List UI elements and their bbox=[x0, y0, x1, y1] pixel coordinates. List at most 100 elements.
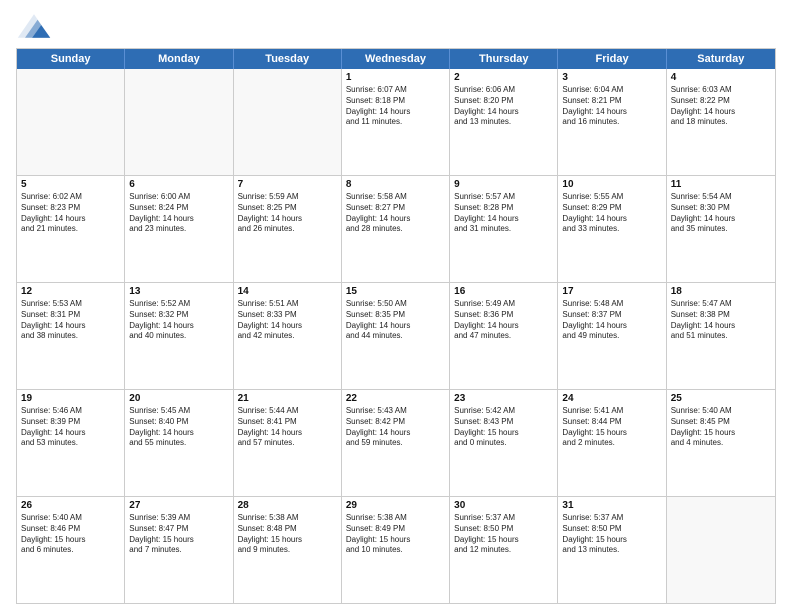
day-number: 28 bbox=[238, 500, 337, 511]
logo bbox=[16, 12, 56, 40]
day-info: Sunrise: 5:44 AM Sunset: 8:41 PM Dayligh… bbox=[238, 406, 337, 449]
day-info: Sunrise: 5:37 AM Sunset: 8:50 PM Dayligh… bbox=[562, 513, 661, 556]
day-info: Sunrise: 5:39 AM Sunset: 8:47 PM Dayligh… bbox=[129, 513, 228, 556]
day-cell-19: 19 Sunrise: 5:46 AM Sunset: 8:39 PM Dayli… bbox=[17, 390, 125, 496]
day-info: Sunrise: 6:03 AM Sunset: 8:22 PM Dayligh… bbox=[671, 85, 771, 128]
day-cell-31: 31 Sunrise: 5:37 AM Sunset: 8:50 PM Dayli… bbox=[558, 497, 666, 603]
day-info: Sunrise: 5:48 AM Sunset: 8:37 PM Dayligh… bbox=[562, 299, 661, 342]
day-number: 13 bbox=[129, 286, 228, 297]
day-number: 9 bbox=[454, 179, 553, 190]
day-number: 31 bbox=[562, 500, 661, 511]
day-info: Sunrise: 5:52 AM Sunset: 8:32 PM Dayligh… bbox=[129, 299, 228, 342]
day-info: Sunrise: 6:00 AM Sunset: 8:24 PM Dayligh… bbox=[129, 192, 228, 235]
day-number: 29 bbox=[346, 500, 445, 511]
day-cell-20: 20 Sunrise: 5:45 AM Sunset: 8:40 PM Dayli… bbox=[125, 390, 233, 496]
day-cell-6: 6 Sunrise: 6:00 AM Sunset: 8:24 PM Daylig… bbox=[125, 176, 233, 282]
day-info: Sunrise: 5:49 AM Sunset: 8:36 PM Dayligh… bbox=[454, 299, 553, 342]
day-info: Sunrise: 5:55 AM Sunset: 8:29 PM Dayligh… bbox=[562, 192, 661, 235]
day-cell-21: 21 Sunrise: 5:44 AM Sunset: 8:41 PM Dayli… bbox=[234, 390, 342, 496]
day-cell-15: 15 Sunrise: 5:50 AM Sunset: 8:35 PM Dayli… bbox=[342, 283, 450, 389]
day-info: Sunrise: 5:54 AM Sunset: 8:30 PM Dayligh… bbox=[671, 192, 771, 235]
empty-cell bbox=[234, 69, 342, 175]
day-cell-23: 23 Sunrise: 5:42 AM Sunset: 8:43 PM Dayli… bbox=[450, 390, 558, 496]
day-info: Sunrise: 5:58 AM Sunset: 8:27 PM Dayligh… bbox=[346, 192, 445, 235]
header-day-monday: Monday bbox=[125, 49, 233, 69]
day-number: 21 bbox=[238, 393, 337, 404]
day-cell-11: 11 Sunrise: 5:54 AM Sunset: 8:30 PM Dayli… bbox=[667, 176, 775, 282]
day-number: 7 bbox=[238, 179, 337, 190]
day-number: 17 bbox=[562, 286, 661, 297]
day-number: 10 bbox=[562, 179, 661, 190]
empty-cell bbox=[125, 69, 233, 175]
day-number: 12 bbox=[21, 286, 120, 297]
day-cell-1: 1 Sunrise: 6:07 AM Sunset: 8:18 PM Daylig… bbox=[342, 69, 450, 175]
header bbox=[16, 12, 776, 40]
day-cell-3: 3 Sunrise: 6:04 AM Sunset: 8:21 PM Daylig… bbox=[558, 69, 666, 175]
day-info: Sunrise: 5:38 AM Sunset: 8:48 PM Dayligh… bbox=[238, 513, 337, 556]
day-number: 19 bbox=[21, 393, 120, 404]
day-cell-29: 29 Sunrise: 5:38 AM Sunset: 8:49 PM Dayli… bbox=[342, 497, 450, 603]
day-number: 15 bbox=[346, 286, 445, 297]
page: SundayMondayTuesdayWednesdayThursdayFrid… bbox=[0, 0, 792, 612]
header-day-wednesday: Wednesday bbox=[342, 49, 450, 69]
day-number: 20 bbox=[129, 393, 228, 404]
week-row-5: 26Sunrise: 5:40 AM Sunset: 8:46 PM Dayli… bbox=[17, 497, 775, 603]
day-info: Sunrise: 5:53 AM Sunset: 8:31 PM Dayligh… bbox=[21, 299, 120, 342]
day-info: Sunrise: 6:06 AM Sunset: 8:20 PM Dayligh… bbox=[454, 85, 553, 128]
day-number: 11 bbox=[671, 179, 771, 190]
day-info: Sunrise: 5:57 AM Sunset: 8:28 PM Dayligh… bbox=[454, 192, 553, 235]
header-day-sunday: Sunday bbox=[17, 49, 125, 69]
day-cell-4: 4 Sunrise: 6:03 AM Sunset: 8:22 PM Daylig… bbox=[667, 69, 775, 175]
day-number: 30 bbox=[454, 500, 553, 511]
day-info: Sunrise: 5:46 AM Sunset: 8:39 PM Dayligh… bbox=[21, 406, 120, 449]
calendar-body: 1 Sunrise: 6:07 AM Sunset: 8:18 PM Daylig… bbox=[17, 69, 775, 603]
week-row-2: 5 Sunrise: 6:02 AM Sunset: 8:23 PM Daylig… bbox=[17, 176, 775, 283]
day-cell-22: 22Sunrise: 5:43 AM Sunset: 8:42 PM Dayli… bbox=[342, 390, 450, 496]
day-info: Sunrise: 5:40 AM Sunset: 8:46 PM Dayligh… bbox=[21, 513, 120, 556]
day-cell-10: 10 Sunrise: 5:55 AM Sunset: 8:29 PM Dayli… bbox=[558, 176, 666, 282]
day-info: Sunrise: 6:02 AM Sunset: 8:23 PM Dayligh… bbox=[21, 192, 120, 235]
day-info: Sunrise: 5:47 AM Sunset: 8:38 PM Dayligh… bbox=[671, 299, 771, 342]
header-day-tuesday: Tuesday bbox=[234, 49, 342, 69]
day-cell-17: 17 Sunrise: 5:48 AM Sunset: 8:37 PM Dayli… bbox=[558, 283, 666, 389]
day-info: Sunrise: 5:41 AM Sunset: 8:44 PM Dayligh… bbox=[562, 406, 661, 449]
day-info: Sunrise: 6:07 AM Sunset: 8:18 PM Dayligh… bbox=[346, 85, 445, 128]
day-cell-2: 2 Sunrise: 6:06 AM Sunset: 8:20 PM Daylig… bbox=[450, 69, 558, 175]
empty-cell bbox=[667, 497, 775, 603]
day-cell-30: 30 Sunrise: 5:37 AM Sunset: 8:50 PM Dayli… bbox=[450, 497, 558, 603]
day-number: 4 bbox=[671, 72, 771, 83]
day-cell-18: 18 Sunrise: 5:47 AM Sunset: 8:38 PM Dayli… bbox=[667, 283, 775, 389]
day-number: 2 bbox=[454, 72, 553, 83]
week-row-1: 1 Sunrise: 6:07 AM Sunset: 8:18 PM Daylig… bbox=[17, 69, 775, 176]
day-number: 24 bbox=[562, 393, 661, 404]
day-number: 1 bbox=[346, 72, 445, 83]
header-day-thursday: Thursday bbox=[450, 49, 558, 69]
day-info: Sunrise: 5:37 AM Sunset: 8:50 PM Dayligh… bbox=[454, 513, 553, 556]
day-number: 14 bbox=[238, 286, 337, 297]
day-info: Sunrise: 5:40 AM Sunset: 8:45 PM Dayligh… bbox=[671, 406, 771, 449]
day-number: 23 bbox=[454, 393, 553, 404]
calendar: SundayMondayTuesdayWednesdayThursdayFrid… bbox=[16, 48, 776, 604]
day-cell-16: 16Sunrise: 5:49 AM Sunset: 8:36 PM Dayli… bbox=[450, 283, 558, 389]
day-info: Sunrise: 5:50 AM Sunset: 8:35 PM Dayligh… bbox=[346, 299, 445, 342]
day-info: Sunrise: 5:45 AM Sunset: 8:40 PM Dayligh… bbox=[129, 406, 228, 449]
day-number: 6 bbox=[129, 179, 228, 190]
day-info: Sunrise: 5:51 AM Sunset: 8:33 PM Dayligh… bbox=[238, 299, 337, 342]
day-info: Sunrise: 5:38 AM Sunset: 8:49 PM Dayligh… bbox=[346, 513, 445, 556]
day-info: Sunrise: 6:04 AM Sunset: 8:21 PM Dayligh… bbox=[562, 85, 661, 128]
day-cell-14: 14 Sunrise: 5:51 AM Sunset: 8:33 PM Dayli… bbox=[234, 283, 342, 389]
day-cell-9: 9 Sunrise: 5:57 AM Sunset: 8:28 PM Daylig… bbox=[450, 176, 558, 282]
day-number: 25 bbox=[671, 393, 771, 404]
day-number: 3 bbox=[562, 72, 661, 83]
day-cell-7: 7Sunrise: 5:59 AM Sunset: 8:25 PM Daylig… bbox=[234, 176, 342, 282]
day-info: Sunrise: 5:42 AM Sunset: 8:43 PM Dayligh… bbox=[454, 406, 553, 449]
day-cell-26: 26Sunrise: 5:40 AM Sunset: 8:46 PM Dayli… bbox=[17, 497, 125, 603]
day-cell-5: 5 Sunrise: 6:02 AM Sunset: 8:23 PM Daylig… bbox=[17, 176, 125, 282]
day-number: 18 bbox=[671, 286, 771, 297]
day-number: 5 bbox=[21, 179, 120, 190]
day-cell-13: 13 Sunrise: 5:52 AM Sunset: 8:32 PM Dayli… bbox=[125, 283, 233, 389]
day-cell-27: 27Sunrise: 5:39 AM Sunset: 8:47 PM Dayli… bbox=[125, 497, 233, 603]
day-cell-8: 8 Sunrise: 5:58 AM Sunset: 8:27 PM Daylig… bbox=[342, 176, 450, 282]
day-number: 8 bbox=[346, 179, 445, 190]
calendar-header: SundayMondayTuesdayWednesdayThursdayFrid… bbox=[17, 49, 775, 69]
